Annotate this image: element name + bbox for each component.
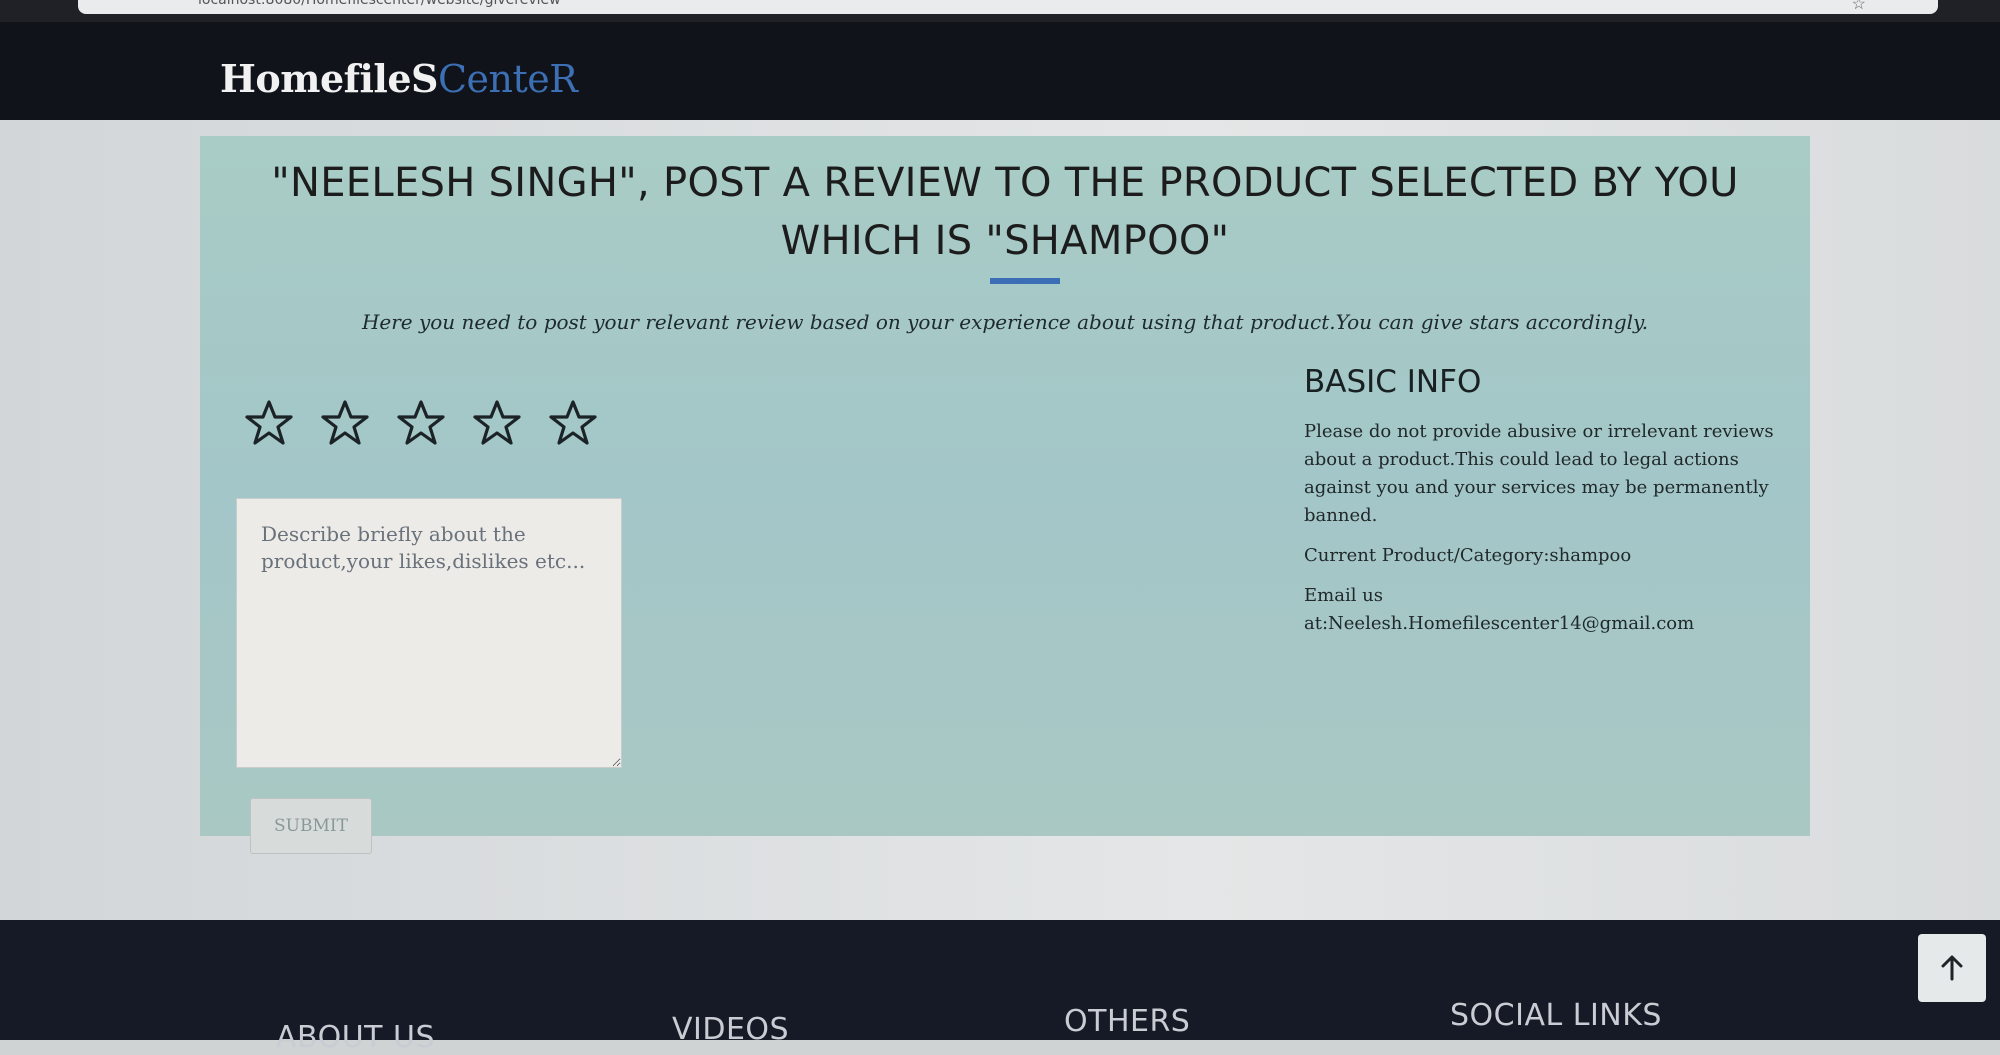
bookmark-star-icon[interactable]: ☆	[1852, 0, 1866, 13]
address-bar-url[interactable]: localhost:8080/Homefilescenter/website/g…	[198, 0, 561, 8]
site-logo[interactable]: HomefileSCenteR	[220, 56, 578, 101]
review-warning-text: Please do not provide abusive or irrelev…	[1304, 421, 1774, 526]
address-bar[interactable]: localhost:8080/Homefilescenter/website/g…	[78, 0, 1938, 14]
review-heading: "NEELESH SINGH", POST A REVIEW TO THE PR…	[200, 154, 1810, 270]
page-body: "NEELESH SINGH", POST A REVIEW TO THE PR…	[0, 120, 2000, 920]
basic-info: BASIC INFO Please do not provide abusive…	[1304, 364, 1784, 650]
footer-heading-social-links: SOCIAL LINKS	[1450, 998, 1662, 1033]
back-to-top-button[interactable]	[1918, 934, 1986, 1002]
review-heading-line1: "NEELESH SINGH", POST A REVIEW TO THE PR…	[271, 160, 1739, 206]
review-heading-line2: WHICH IS "SHAMPOO"	[780, 218, 1230, 264]
current-product-text: Current Product/Category:shampoo	[1304, 545, 1632, 566]
footer-heading-videos: VIDEOS	[672, 1012, 790, 1047]
star-rating	[244, 398, 598, 448]
footer-heading-others: OTHERS	[1064, 1004, 1191, 1039]
site-header: HomefileSCenteR	[0, 22, 2000, 120]
logo-text-part1: HomefileS	[220, 56, 438, 101]
review-panel: "NEELESH SINGH", POST A REVIEW TO THE PR…	[200, 136, 1810, 854]
review-textarea[interactable]	[236, 498, 622, 768]
footer-heading-about-us: ABOUT US	[276, 1020, 436, 1055]
heading-divider	[990, 278, 1060, 284]
star-rating-2-icon[interactable]	[320, 398, 370, 448]
star-rating-3-icon[interactable]	[396, 398, 446, 448]
email-address[interactable]: at:Neelesh.Homefilescenter14@gmail.com	[1304, 610, 1784, 638]
star-rating-5-icon[interactable]	[548, 398, 598, 448]
email-label: Email us	[1304, 585, 1384, 606]
logo-text-part2: CenteR	[437, 57, 578, 101]
star-rating-1-icon[interactable]	[244, 398, 294, 448]
browser-toolbar: localhost:8080/Homefilescenter/website/g…	[0, 0, 2000, 22]
star-rating-4-icon[interactable]	[472, 398, 522, 448]
submit-button[interactable]: SUBMIT	[250, 798, 372, 854]
arrow-up-icon	[1941, 955, 1963, 981]
site-footer: ABOUT US VIDEOS OTHERS SOCIAL LINKS	[0, 920, 2000, 1055]
review-instructions: Here you need to post your relevant revi…	[361, 310, 1649, 334]
basic-info-title: BASIC INFO	[1304, 364, 1482, 400]
